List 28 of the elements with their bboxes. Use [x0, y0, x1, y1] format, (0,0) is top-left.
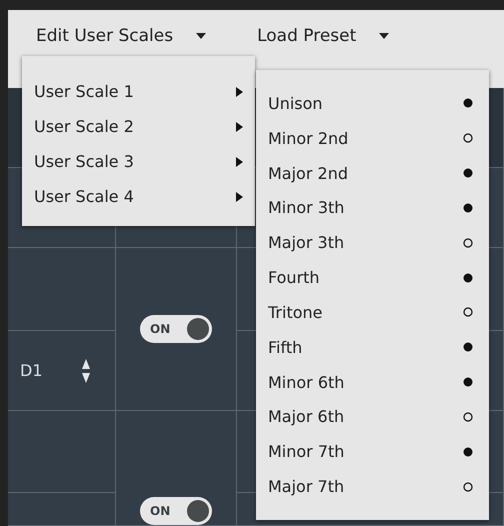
note-value: D1: [20, 361, 42, 380]
menu-item[interactable]: Major 2nd: [256, 156, 489, 190]
toggle-switch[interactable]: ON: [140, 315, 212, 343]
menu-item[interactable]: Minor 6th: [256, 364, 489, 400]
submenu-arrow-icon: [235, 86, 243, 96]
menu-item[interactable]: User Scale 4: [22, 179, 255, 214]
up-down-arrows-icon: [80, 358, 90, 384]
menu-item[interactable]: User Scale 3: [22, 144, 255, 179]
menu-bar-item[interactable]: Load Preset: [207, 22, 390, 50]
menu-item[interactable]: Fourth: [256, 260, 489, 295]
toggle-switch[interactable]: ON: [140, 497, 212, 525]
menu-item[interactable]: Unison: [256, 86, 489, 121]
menu-item[interactable]: Major 7th: [256, 469, 489, 504]
caret-icon: [378, 32, 390, 40]
menu-bar-item[interactable]: Edit User Scales: [8, 22, 208, 50]
submenu-arrow-icon: [235, 192, 243, 202]
submenu-arrow-icon: [235, 122, 243, 132]
menu-item[interactable]: Minor 7th: [256, 434, 489, 470]
menu-item[interactable]: User Scale 2: [22, 109, 255, 144]
submenu-arrow-icon: [235, 156, 243, 166]
menu-item[interactable]: Major 6th: [256, 399, 489, 434]
menu-item[interactable]: Tritone: [256, 294, 489, 330]
menu-item[interactable]: Fifth: [256, 330, 489, 365]
menu-item[interactable]: User Scale 1: [22, 74, 255, 109]
menu-item[interactable]: Minor 2nd: [256, 120, 489, 156]
caret-icon: [195, 32, 208, 40]
menu-item[interactable]: Major 3th: [256, 225, 489, 260]
menu-item[interactable]: Minor 3th: [256, 190, 489, 226]
